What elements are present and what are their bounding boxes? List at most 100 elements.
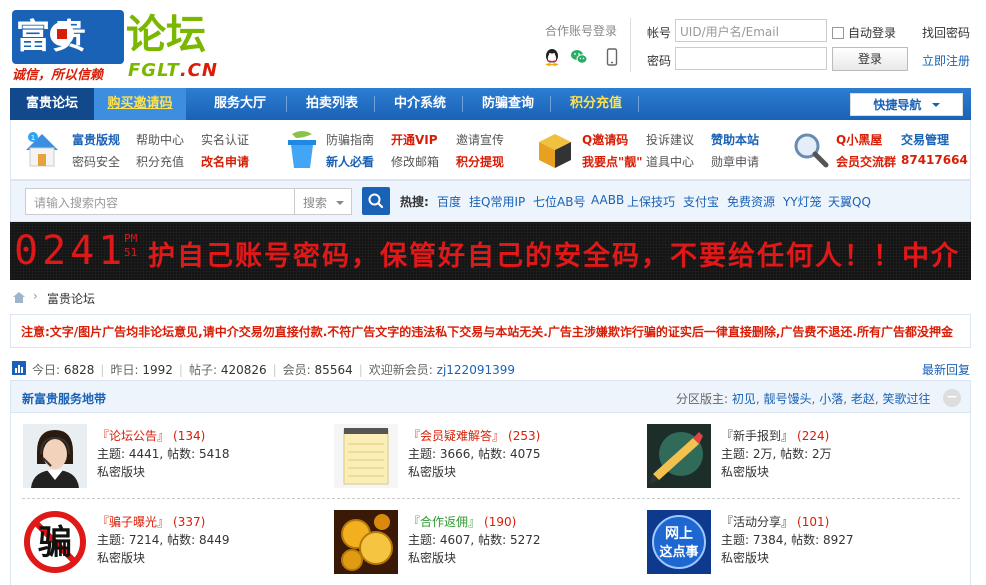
moderators-label: 分区版主: [676,392,729,406]
search-type-select[interactable]: 搜索 [294,188,352,215]
nav-separator [374,96,375,112]
subnav-q-invite-code[interactable]: Q邀请码 [582,131,628,148]
hot-search-link[interactable]: 支付宝 [683,193,719,210]
hot-search-link[interactable]: AABB [591,193,624,207]
forum-title-activities[interactable]: 『活动分享』 (101) [721,513,829,530]
posts-label: 帖数: [167,533,196,547]
forum-name[interactable]: 『合作返佣』 [408,515,480,529]
subnav-trade-manage[interactable]: 交易管理 [901,131,949,148]
moderator-link[interactable]: 老赵 [851,392,875,406]
subnav-sponsor[interactable]: 赞助本站 [711,131,759,148]
topics-value: 7384 [752,533,784,547]
hot-search-link[interactable]: 百度 [437,193,461,210]
nav-buy-invite-code[interactable]: 购买邀请码 [94,88,186,120]
auto-login-checkbox[interactable]: 自动登录 [832,24,896,41]
hot-search-link[interactable]: 天翼QQ [828,193,871,210]
stat-members-label: 会员: [282,363,311,377]
subnav-real-name[interactable]: 实名认证 [201,131,249,148]
account-input[interactable]: UID/用户名/Email [675,19,827,42]
hot-search-link[interactable]: 免费资源 [727,193,775,210]
search-button[interactable] [362,187,390,215]
subnav-member-group[interactable]: 会员交流群 [836,153,896,170]
subnav-medal-apply[interactable]: 勋章申请 [711,153,759,170]
hot-search-label: 热搜: [400,195,429,209]
nav-points-recharge[interactable]: 积分充值 [554,88,638,120]
subnav-points-withdraw[interactable]: 积分提现 [456,153,504,170]
forum-title-scam-exposure[interactable]: 『骗子曝光』 (337) [97,513,205,530]
forum-row-divider [22,498,960,499]
forum-avatar-online-stuff[interactable]: 网上 这点事 [647,510,711,574]
forum-name[interactable]: 『会员疑难解答』 [408,429,504,443]
subnav-anti-fraud-guide[interactable]: 防骗指南 [326,131,374,148]
nav-service-hall[interactable]: 服务大厅 [198,88,282,120]
forum-name[interactable]: 『新手报到』 [721,429,793,443]
subnav-pick-number[interactable]: 我要点"靓" [582,153,643,170]
hot-search-link[interactable]: 上保技巧 [627,193,675,210]
quick-nav-dropdown[interactable]: 快捷导航 [850,93,963,116]
subnav-change-email[interactable]: 修改邮箱 [391,153,439,170]
forum-title-announcements[interactable]: 『论坛公告』 (134) [97,427,205,444]
subnav-invite-promo[interactable]: 邀请宣传 [456,131,504,148]
breadcrumb-forum[interactable]: 富贵论坛 [47,290,95,307]
site-logo[interactable]: 富贵 论坛 诚信，所以信赖 FGLT.CN [12,8,217,83]
forum-title-rebate[interactable]: 『合作返佣』 (190) [408,513,516,530]
hot-search-link[interactable]: 七位AB号 [533,193,585,210]
forum-count: (337) [173,515,206,529]
nav-auction-list[interactable]: 拍卖列表 [290,88,374,120]
posts-value: 8927 [822,533,854,547]
subnav-blacklist[interactable]: Q小黑屋 [836,131,882,148]
forum-avatar-gold-coins[interactable] [334,510,398,574]
password-input[interactable] [675,47,827,70]
nav-escrow-system[interactable]: 中介系统 [378,88,462,120]
subnav-rules[interactable]: 富贵版规 [72,131,120,148]
subnav-newbie-must-read[interactable]: 新人必看 [326,153,374,170]
forum-avatar-pencil[interactable] [647,424,711,488]
subnav-props-center[interactable]: 道具中心 [646,153,694,170]
mobile-phone-icon[interactable] [603,48,621,66]
subnav-password-security[interactable]: 密码安全 [72,153,120,170]
topics-label: 主题: [408,533,437,547]
forum-title-qa[interactable]: 『会员疑难解答』 (253) [408,427,540,444]
moderator-link[interactable]: 小落 [819,392,843,406]
search-input[interactable]: 请输入搜索内容 [25,188,295,215]
nav-anti-fraud-query[interactable]: 防骗查询 [466,88,550,120]
wechat-icon[interactable] [570,48,588,66]
group-moderators: 分区版主: 初见, 靓号馒头, 小落, 老赵, 笑歌过往 [676,392,931,406]
forum-stats: 今日: 6828 | 昨日: 1992 | 帖子: 420826 | 会员: 85564 | 欢… [32,363,516,377]
new-member-link[interactable]: zj122091399 [437,363,515,377]
moderator-link[interactable]: 初见 [732,392,756,406]
home-icon[interactable] [12,291,26,303]
stat-today-label: 今日: [32,363,61,377]
forum-group-title[interactable]: 新富贵服务地带 [22,390,106,407]
checkbox-box[interactable] [832,26,844,39]
topics-value: 4441 [128,447,160,461]
hot-search-link[interactable]: YY灯笼 [783,193,822,210]
forum-name[interactable]: 『论坛公告』 [97,429,169,443]
qq-icon[interactable] [543,48,561,66]
forum-avatar-notepad[interactable] [334,424,398,488]
nav-forum-home[interactable]: 富贵论坛 [10,88,94,120]
forum-name[interactable]: 『骗子曝光』 [97,515,169,529]
moderator-link[interactable]: 靓号馒头 [764,392,812,406]
forum-title-newbie[interactable]: 『新手报到』 (224) [721,427,829,444]
forgot-password-link[interactable]: 找回密码 [922,24,970,41]
moderator-link[interactable]: 笑歌过往 [883,392,931,406]
subnav-group-number[interactable]: 87417664 [901,153,968,167]
forum-avatar-no-scam-sign[interactable]: 骗 [23,510,87,574]
posts-value: 4075 [509,447,541,461]
subnav-points-recharge[interactable]: 积分充值 [136,153,184,170]
subnav-rename-request[interactable]: 改名申请 [201,153,249,170]
login-button[interactable]: 登录 [832,47,908,71]
hot-search-link[interactable]: 挂Q常用IP [469,193,525,210]
posts-label: 帖数: [780,447,809,461]
subnav-help-center[interactable]: 帮助中心 [136,131,184,148]
register-link[interactable]: 立即注册 [922,52,970,69]
subnav-feedback[interactable]: 投诉建议 [646,131,694,148]
logo-slogan: 诚信，所以信赖 [12,68,104,83]
forum-avatar-support-agent[interactable] [23,424,87,488]
forum-name[interactable]: 『活动分享』 [721,515,793,529]
collapse-group-button[interactable]: − [943,389,961,407]
latest-reply-link[interactable]: 最新回复 [922,361,970,378]
gift-box-icon [539,134,571,168]
subnav-open-vip[interactable]: 开通VIP [391,131,438,148]
